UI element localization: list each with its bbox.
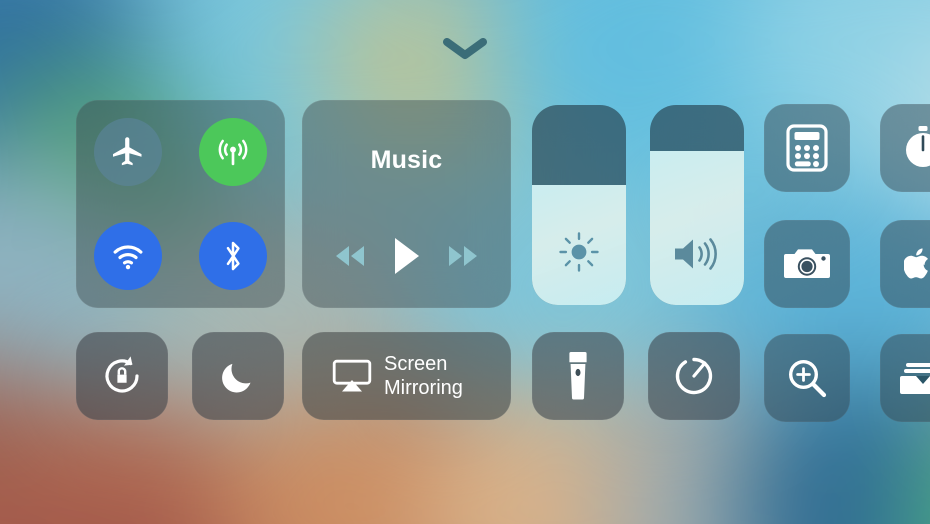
speaker-volume-icon bbox=[650, 233, 744, 275]
airplane-icon bbox=[110, 134, 146, 170]
timer-dial-icon bbox=[670, 352, 718, 400]
cellular-antenna-icon bbox=[214, 133, 252, 171]
music-controls bbox=[302, 226, 511, 286]
do-not-disturb-tile[interactable] bbox=[192, 332, 284, 420]
stopwatch-icon bbox=[901, 124, 930, 172]
airplane-mode-button[interactable] bbox=[94, 118, 163, 186]
music-module[interactable]: Music bbox=[302, 100, 511, 308]
moon-icon bbox=[217, 355, 259, 397]
volume-slider[interactable] bbox=[650, 105, 744, 305]
calculator-icon bbox=[786, 124, 828, 172]
wallet-icon bbox=[899, 358, 930, 398]
camera-icon bbox=[782, 244, 832, 284]
bluetooth-icon bbox=[216, 239, 250, 273]
calculator-tile[interactable] bbox=[764, 104, 850, 192]
chevron-down-icon[interactable] bbox=[443, 38, 487, 60]
volume-fill bbox=[650, 151, 744, 305]
screen-mirroring-label: Screen Mirroring bbox=[384, 352, 463, 399]
timer-tile[interactable] bbox=[880, 104, 930, 192]
flashlight-tile[interactable] bbox=[532, 332, 624, 420]
brightness-slider[interactable] bbox=[532, 105, 626, 305]
previous-track-button[interactable] bbox=[330, 243, 370, 269]
screen-mirroring-tile[interactable]: Screen Mirroring bbox=[302, 332, 511, 420]
music-title: Music bbox=[370, 146, 443, 174]
apple-tv-remote-tile[interactable]: t bbox=[880, 220, 930, 308]
wifi-icon bbox=[109, 237, 147, 275]
control-center-screen: Music Screen Mirroring bbox=[0, 0, 930, 524]
airplay-icon bbox=[332, 359, 372, 393]
rotation-lock-tile[interactable] bbox=[76, 332, 168, 420]
next-track-button[interactable] bbox=[443, 243, 483, 269]
magnifier-plus-icon bbox=[785, 356, 829, 400]
apple-logo-icon bbox=[903, 248, 930, 280]
cellular-data-button[interactable] bbox=[198, 118, 267, 186]
flashlight-icon bbox=[565, 350, 591, 402]
rotation-lock-icon bbox=[99, 353, 145, 399]
wallet-tile[interactable] bbox=[880, 334, 930, 422]
bluetooth-button[interactable] bbox=[198, 222, 267, 290]
timer-tile-large[interactable] bbox=[648, 332, 740, 420]
wifi-button[interactable] bbox=[94, 222, 163, 290]
play-button[interactable] bbox=[389, 235, 423, 277]
magnifier-tile[interactable] bbox=[764, 334, 850, 422]
brightness-sun-icon bbox=[532, 229, 626, 275]
connectivity-module bbox=[76, 100, 285, 308]
camera-tile[interactable] bbox=[764, 220, 850, 308]
